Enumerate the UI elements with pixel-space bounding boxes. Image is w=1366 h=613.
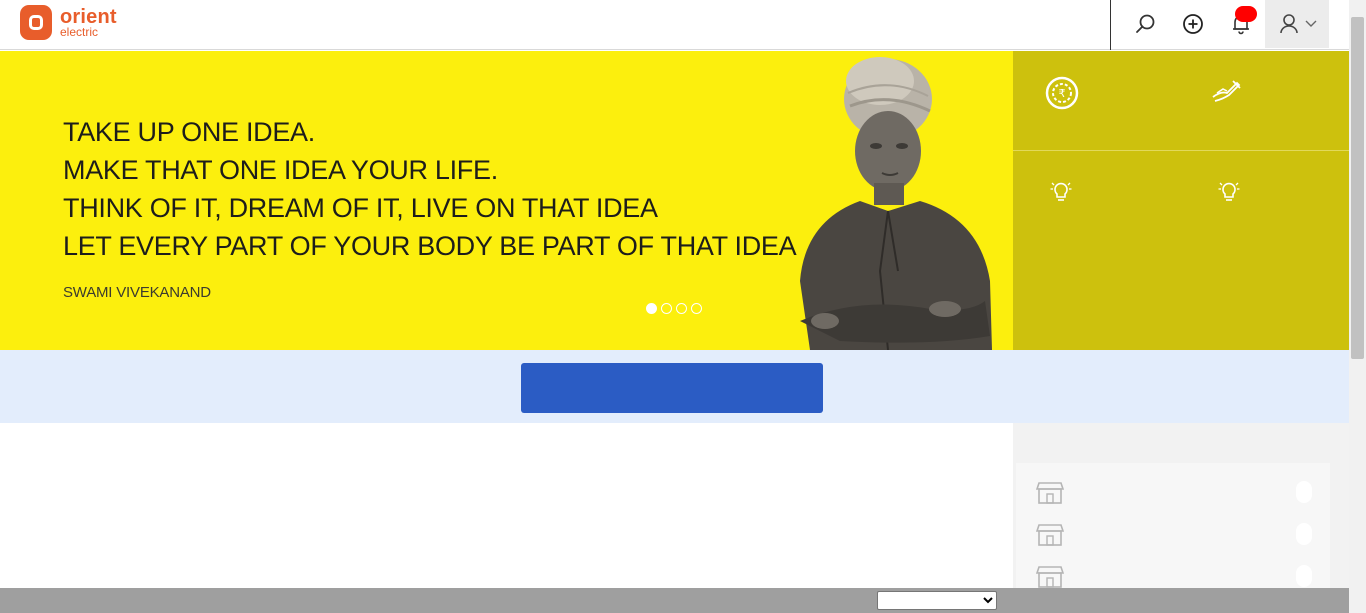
carousel-dot[interactable] [676, 303, 687, 314]
store-icon [1035, 524, 1065, 546]
carousel-dot[interactable] [661, 303, 672, 314]
carousel-indicators [646, 303, 702, 314]
list-item-toggle[interactable] [1296, 481, 1312, 503]
stores-panel [1013, 423, 1349, 593]
search-icon [1136, 14, 1155, 33]
orient-electric-logo[interactable]: orient electric [20, 5, 117, 40]
logo-text-primary: orient [60, 6, 117, 28]
list-item-toggle[interactable] [1296, 565, 1312, 587]
add-button[interactable] [1180, 11, 1206, 37]
quote-line: THINK OF IT, DREAM OF IT, LIVE ON THAT I… [63, 193, 658, 223]
tile-orders[interactable] [1209, 75, 1243, 105]
stores-list [1016, 463, 1330, 593]
action-band [0, 350, 1349, 423]
carousel-dot[interactable] [691, 303, 702, 314]
carousel-dot[interactable] [646, 303, 657, 314]
hand-pen-icon [1212, 80, 1241, 102]
page-scrollbar[interactable] [1349, 0, 1366, 613]
search-button[interactable] [1132, 11, 1158, 37]
list-item-toggle[interactable] [1296, 523, 1312, 545]
top-header: orient electric [0, 0, 1349, 50]
rupee-coin-icon: ₹ [1045, 76, 1079, 110]
scrollbar-thumb[interactable] [1351, 17, 1364, 359]
tiles-divider [1013, 150, 1349, 151]
svg-text:₹: ₹ [1059, 87, 1066, 100]
hero-carousel[interactable]: TAKE UP ONE IDEA. MAKE THAT ONE IDEA YOU… [0, 51, 1013, 350]
header-divider [1110, 0, 1111, 50]
language-select[interactable] [877, 591, 997, 610]
primary-action-button[interactable] [521, 363, 823, 413]
list-item[interactable] [1035, 523, 1326, 553]
quote-line: MAKE THAT ONE IDEA YOUR LIFE. [63, 155, 498, 185]
quote-line: LET EVERY PART OF YOUR BODY BE PART OF T… [63, 231, 797, 261]
tile-ideas-2[interactable] [1218, 179, 1240, 203]
hero-quote: TAKE UP ONE IDEA. MAKE THAT ONE IDEA YOU… [63, 113, 797, 265]
tile-ideas-1[interactable] [1050, 179, 1072, 203]
page: orient electric TAKE UP ONE IDEA. MAKE T… [0, 0, 1366, 613]
user-menu[interactable] [1265, 0, 1329, 48]
notification-badge [1235, 6, 1257, 22]
bottom-bar [0, 588, 1349, 613]
store-icon [1035, 566, 1065, 588]
list-item[interactable] [1035, 481, 1326, 511]
quote-author: SWAMI VIVEKANAND [63, 284, 211, 301]
bulb-icon [1218, 182, 1240, 201]
store-icon [1035, 482, 1065, 504]
chevron-down-icon [1305, 20, 1317, 27]
quote-line: TAKE UP ONE IDEA. [63, 117, 315, 147]
bulb-icon [1050, 182, 1072, 201]
quick-links-panel: ₹ [1013, 51, 1349, 350]
portrait-image [800, 57, 992, 350]
logo-mark-icon [20, 5, 52, 40]
add-circle-icon [1183, 14, 1203, 34]
user-icon [1280, 14, 1298, 34]
tile-payments[interactable]: ₹ [1044, 75, 1080, 111]
